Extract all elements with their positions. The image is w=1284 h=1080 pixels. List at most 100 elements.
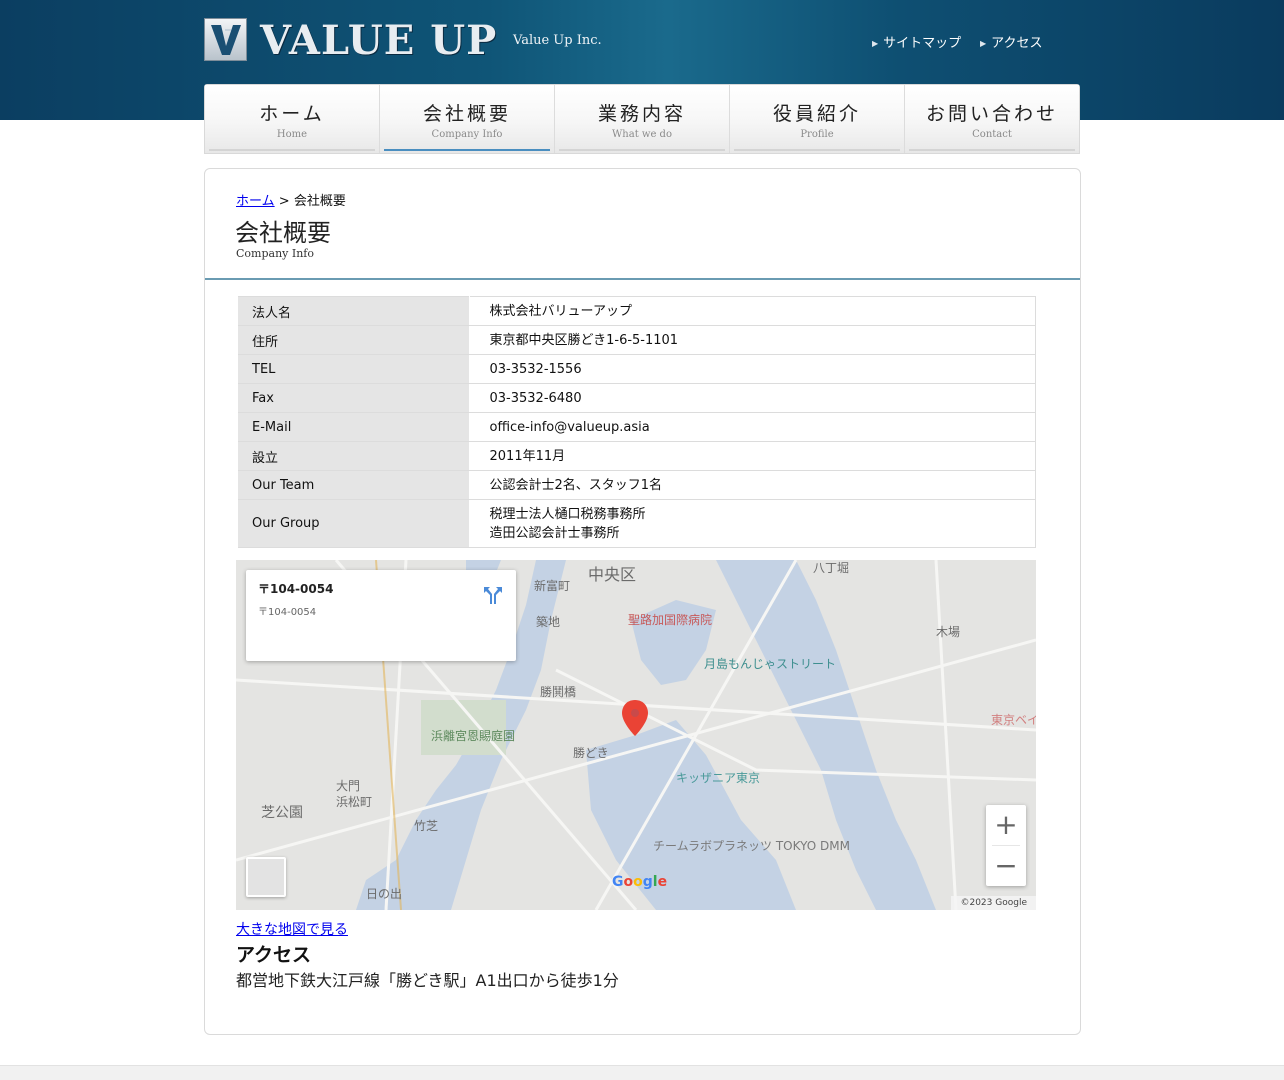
google-logo-letter: o: [623, 874, 634, 890]
directions-button[interactable]: [478, 584, 506, 622]
nav-sublabel: Home: [276, 129, 308, 140]
row-value: office-info@valueup.asia: [468, 412, 1036, 442]
row-value-text: 公認会計士2名、スタッフ1名: [489, 477, 663, 493]
nav-sublabel: Company Info: [431, 129, 503, 140]
breadcrumb: ホーム > 会社概要: [236, 190, 346, 209]
map-label: 竹芝: [414, 818, 438, 833]
row-value-text: 03-3532-6480: [489, 390, 582, 406]
chevron-right-icon: ▶: [980, 39, 987, 48]
table-row: Fax 03-3532-6480: [236, 383, 1036, 413]
map-label: 勝どき: [573, 745, 609, 760]
company-info-table: 法人名 株式会社バリューアップ 住所 東京都中央区勝どき1-6-5-1101 T…: [236, 296, 1036, 548]
logo-subtitle: Value Up Inc.: [513, 33, 602, 48]
map-label: 聖路加国際病院: [628, 612, 712, 627]
embedded-map[interactable]: 中央区 聖路加国際病院 月島もんじゃストリート 勝どき キッザニア東京 チームラ…: [236, 560, 1036, 910]
table-row: 法人名 株式会社バリューアップ: [236, 296, 1036, 326]
row-label: Our Group: [236, 499, 470, 548]
row-label: 法人名: [236, 296, 470, 326]
nav-sublabel: What we do: [612, 129, 672, 140]
map-label: 大門: [336, 779, 360, 793]
table-row: E-Mail office-info@valueup.asia: [236, 412, 1036, 442]
map-label: 日の出: [366, 887, 402, 901]
breadcrumb-home-link[interactable]: ホーム: [236, 194, 275, 209]
google-logo-letter: g: [642, 874, 653, 890]
row-value: 税理士法人樋口税務事務所 造田公認会計士事務所: [468, 499, 1036, 548]
table-row: Our Group 税理士法人樋口税務事務所 造田公認会計士事務所: [236, 499, 1036, 548]
util-link-access[interactable]: ▶ アクセス: [980, 32, 1043, 51]
map-card-title: 〒104-0054: [258, 582, 334, 596]
zoom-in-button[interactable]: +: [986, 805, 1026, 845]
row-label: Our Team: [236, 470, 470, 500]
page-title: 会社概要: [235, 219, 331, 247]
table-row: Our Team 公認会計士2名、スタッフ1名: [236, 470, 1036, 500]
row-value-text: 2011年11月: [489, 448, 566, 464]
table-row: TEL 03-3532-1556: [236, 354, 1036, 384]
map-label: 浜松町: [336, 795, 372, 809]
map-label: 月島もんじゃストリート: [704, 656, 836, 671]
footer-band: [0, 1065, 1284, 1080]
map-card-link[interactable]: [258, 640, 261, 650]
larger-map-link[interactable]: 大きな地図で見る: [236, 919, 348, 939]
util-link-sitemap[interactable]: ▶ サイトマップ: [872, 32, 961, 51]
map-label: キッザニア東京: [676, 771, 760, 785]
nav-profile[interactable]: 役員紹介 Profile: [730, 85, 905, 153]
row-value-text: office-info@valueup.asia: [489, 419, 650, 435]
row-value: 東京都中央区勝どき1-6-5-1101: [468, 325, 1036, 355]
nav-contact[interactable]: お問い合わせ Contact: [905, 85, 1079, 153]
row-value-text: 株式会社バリューアップ: [489, 303, 632, 319]
row-value: 公認会計士2名、スタッフ1名: [468, 470, 1036, 500]
nav-underline: [559, 149, 725, 151]
zoom-out-button[interactable]: −: [986, 846, 1026, 886]
map-info-card: 〒104-0054 〒104-0054: [246, 570, 516, 661]
access-heading: アクセス: [236, 944, 312, 966]
map-copyright: ©2023 Google: [960, 898, 1027, 908]
nav-what-we-do[interactable]: 業務内容 What we do: [555, 85, 730, 153]
row-label: E-Mail: [236, 412, 470, 442]
util-link-label: サイトマップ: [883, 36, 962, 51]
row-label: 住所: [236, 325, 470, 355]
map-type-toggle[interactable]: [246, 857, 286, 897]
google-logo-letter: o: [633, 874, 643, 890]
directions-icon: [484, 587, 502, 604]
logo-text: VALUE UP: [260, 17, 498, 64]
google-logo-letter: e: [657, 874, 668, 890]
row-value: 2011年11月: [468, 441, 1036, 471]
breadcrumb-current: 会社概要: [293, 194, 346, 209]
table-row: 設立 2011年11月: [236, 441, 1036, 471]
google-logo-letter: G: [612, 874, 624, 890]
page-subtitle: Company Info: [236, 247, 314, 260]
title-divider: [205, 278, 1080, 280]
logo-v-mark: [204, 18, 247, 61]
content-panel: ホーム > 会社概要 会社概要 Company Info 法人名 株式会社バリュ…: [204, 168, 1081, 1035]
map-label: 中央区: [588, 565, 636, 584]
nav-underline: [209, 149, 375, 151]
row-value-text: 造田公認会計士事務所: [489, 525, 620, 541]
row-value: 03-3532-6480: [468, 383, 1036, 413]
map-label: 芝公園: [261, 805, 303, 821]
nav-company-info[interactable]: 会社概要 Company Info: [380, 85, 555, 153]
row-label: Fax: [236, 383, 470, 413]
map-card-address: 〒104-0054: [258, 607, 317, 618]
map-label: チームラボプラネッツ TOKYO DMM: [653, 839, 850, 853]
map-label: 築地: [536, 614, 560, 629]
nav-sublabel: Profile: [800, 129, 834, 140]
row-value: 株式会社バリューアップ: [468, 296, 1036, 326]
map-label: 八丁堀: [813, 560, 849, 575]
nav-label: 業務内容: [597, 103, 686, 125]
nav-sublabel: Contact: [972, 129, 1012, 140]
nav-label: お問い合わせ: [925, 103, 1058, 125]
map-label: 東京ベイ: [991, 713, 1036, 727]
nav-underline: [734, 149, 900, 151]
row-label: TEL: [236, 354, 470, 384]
map-label: 新富町: [534, 578, 570, 593]
map-label: 勝鬨橋: [540, 684, 576, 699]
chevron-right-icon: ▶: [872, 39, 879, 48]
nav-underline-active: [384, 149, 550, 151]
row-value-text: 税理士法人樋口税務事務所: [489, 506, 646, 522]
breadcrumb-separator: >: [278, 194, 290, 209]
access-directions: 都営地下鉄大江戸線「勝どき駅」A1出口から徒歩1分: [236, 971, 619, 990]
map-label: 木場: [936, 625, 960, 639]
nav-home[interactable]: ホーム Home: [205, 85, 380, 153]
main-nav: ホーム Home 会社概要 Company Info 業務内容 What we …: [204, 84, 1080, 154]
directions-label: [478, 612, 506, 622]
